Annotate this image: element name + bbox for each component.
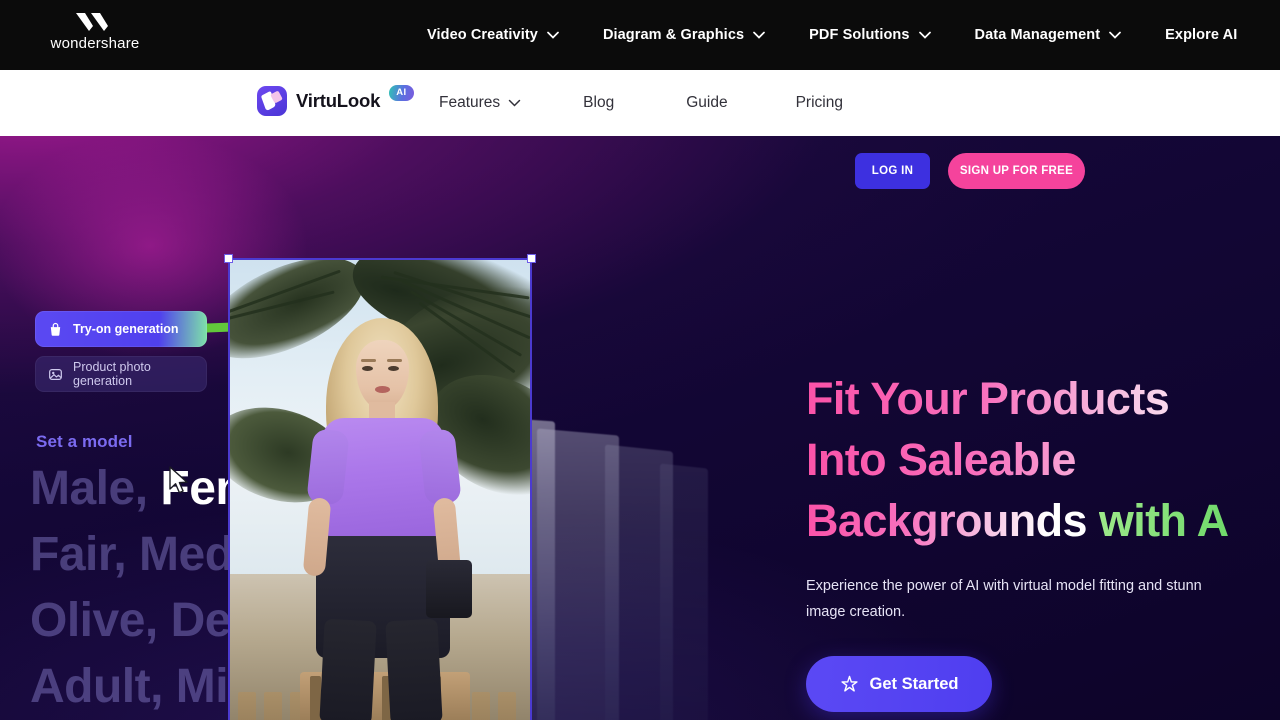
resize-handle-top-left[interactable] xyxy=(224,254,233,263)
attribute-prefix: Male, xyxy=(30,462,161,515)
chevron-down-icon xyxy=(753,31,766,39)
sparkle-star-icon xyxy=(840,675,858,692)
set-a-model-label: Set a model xyxy=(36,432,133,451)
image-frame-icon xyxy=(49,368,62,380)
selected-image-frame[interactable] xyxy=(224,254,536,720)
ai-badge: AI xyxy=(389,85,414,101)
headline-line-1: Fit Your Products xyxy=(806,368,1280,429)
generation-mode-buttons: Try-on generation Product photo generati… xyxy=(35,311,210,401)
chevron-down-icon xyxy=(918,31,931,39)
try-on-generation-button[interactable]: Try-on generation xyxy=(35,311,207,347)
headline-line-3-part-b: with A xyxy=(1098,495,1229,546)
chevron-down-icon xyxy=(1109,31,1121,39)
product-photo-generation-button[interactable]: Product photo generation xyxy=(35,356,207,392)
hero-subcopy: Experience the power of AI with virtual … xyxy=(806,578,1202,620)
virtulook-brand[interactable]: VirtuLook AI xyxy=(257,85,414,116)
get-started-label: Get Started xyxy=(869,674,959,693)
shopping-bag-icon xyxy=(50,322,61,336)
top-nav-label: Explore AI xyxy=(1165,27,1238,43)
top-nav-item-data-management[interactable]: Data Management xyxy=(953,0,1144,70)
sub-nav-item-features[interactable]: Features xyxy=(415,70,545,136)
try-on-generation-label: Try-on generation xyxy=(73,322,179,336)
top-nav-label: Video Creativity xyxy=(427,27,538,43)
brand-name-text: VirtuLook xyxy=(296,90,381,111)
top-nav-label: Data Management xyxy=(974,27,1101,43)
product-photo-generation-label: Product photo generation xyxy=(73,360,151,388)
top-nav-item-video-creativity[interactable]: Video Creativity xyxy=(405,0,581,70)
top-nav-items: Video Creativity Diagram & Graphics PDF … xyxy=(405,0,1280,70)
top-nav-label: PDF Solutions xyxy=(809,27,910,43)
top-nav-item-business[interactable]: Business xyxy=(1259,0,1280,70)
wondershare-top-nav: wondershare Video Creativity Diagram & G… xyxy=(0,0,1280,70)
top-nav-item-explore-ai[interactable]: Explore AI xyxy=(1143,0,1259,70)
model-photo xyxy=(228,258,532,720)
sub-nav-item-blog[interactable]: Blog xyxy=(545,70,652,136)
headline-line-3: Backgrounds with A xyxy=(806,490,1280,551)
hero-section: Male, Female, Fair, Medium, Olive, Deep … xyxy=(0,136,1280,720)
top-nav-item-diagram-graphics[interactable]: Diagram & Graphics xyxy=(581,0,787,70)
resize-handle-top-right[interactable] xyxy=(527,254,536,263)
chevron-down-icon xyxy=(508,99,521,107)
virtulook-sub-nav: VirtuLook AI Features Blog Guide Pricing… xyxy=(0,70,1280,189)
top-nav-item-pdf-solutions[interactable]: PDF Solutions xyxy=(787,0,952,70)
sub-nav-item-pricing[interactable]: Pricing xyxy=(762,70,877,136)
sub-nav-label: Guide xyxy=(686,94,728,111)
ghost-image-panel xyxy=(660,463,708,720)
virtulook-brush-icon xyxy=(257,86,287,116)
headline-line-2: Into Saleable xyxy=(806,429,1280,490)
top-nav-label: Diagram & Graphics xyxy=(602,27,745,43)
sub-nav-label: Blog xyxy=(583,94,615,111)
chevron-down-icon xyxy=(547,31,559,39)
hero-copy-block: Fit Your Products Into Saleable Backgrou… xyxy=(806,368,1280,712)
login-button[interactable]: LOG IN xyxy=(855,153,930,189)
sub-nav-item-guide[interactable]: Guide xyxy=(652,70,761,136)
wondershare-logo[interactable]: wondershare xyxy=(40,12,150,53)
get-started-button[interactable]: Get Started xyxy=(806,656,992,712)
wondershare-w-icon xyxy=(76,13,108,31)
sub-nav-label: Features xyxy=(439,94,501,111)
sub-nav-label: Pricing xyxy=(795,94,843,111)
headline-line-3-part-a: Backgrounds xyxy=(806,495,1099,546)
signup-button[interactable]: SIGN UP FOR FREE xyxy=(948,153,1085,189)
sub-nav-links: Features Blog Guide Pricing xyxy=(415,70,877,136)
wondershare-logo-text: wondershare xyxy=(50,35,140,52)
